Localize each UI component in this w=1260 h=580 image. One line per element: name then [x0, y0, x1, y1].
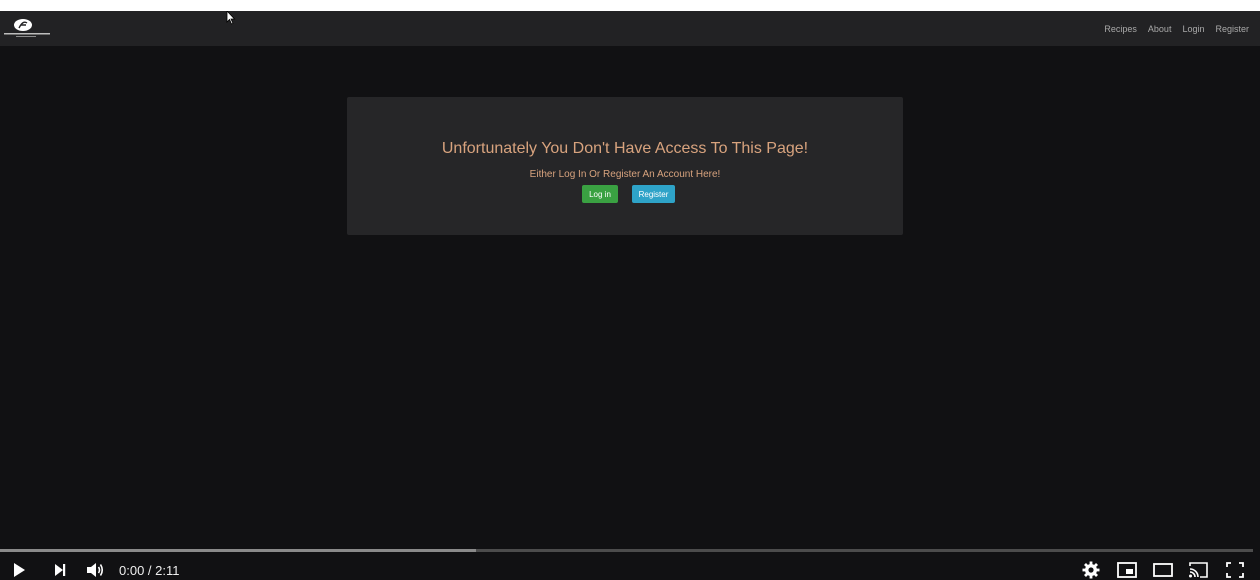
- video-controls: 0:00 / 2:11: [0, 556, 1260, 580]
- page-title: Unfortunately You Don't Have Access To T…: [441, 140, 809, 157]
- gear-icon[interactable]: [1081, 561, 1101, 579]
- volume-icon[interactable]: [85, 561, 105, 579]
- next-icon[interactable]: [50, 561, 70, 579]
- theater-icon[interactable]: [1153, 561, 1173, 579]
- mouse-cursor-icon: [226, 11, 236, 25]
- nav-link-recipes[interactable]: Recipes: [1104, 24, 1137, 34]
- site-logo[interactable]: [2, 17, 52, 41]
- nav-link-about[interactable]: About: [1148, 24, 1172, 34]
- buffered-progress: [0, 549, 477, 552]
- navbar: Recipes About Login Register: [0, 11, 1260, 46]
- current-time: 0:00: [119, 563, 145, 578]
- play-icon[interactable]: [9, 561, 29, 579]
- register-button[interactable]: Register: [632, 185, 675, 203]
- time-separator: /: [144, 563, 156, 578]
- fullscreen-icon[interactable]: [1225, 561, 1245, 579]
- page-subtitle: Either Log In Or Register An Account Her…: [529, 169, 721, 180]
- cast-icon[interactable]: [1188, 561, 1208, 579]
- time-display: 0:00 / 2:11: [119, 563, 180, 578]
- login-button[interactable]: Log in: [582, 185, 618, 203]
- nav-link-register[interactable]: Register: [1215, 24, 1249, 34]
- miniplayer-icon[interactable]: [1117, 561, 1137, 579]
- video-progress-bar[interactable]: [0, 549, 1253, 552]
- duration: 2:11: [155, 563, 180, 578]
- top-strip: [0, 0, 1260, 11]
- access-denied-card: Unfortunately You Don't Have Access To T…: [347, 97, 903, 235]
- nav-link-login[interactable]: Login: [1182, 24, 1204, 34]
- nav-links: Recipes About Login Register: [1093, 11, 1249, 46]
